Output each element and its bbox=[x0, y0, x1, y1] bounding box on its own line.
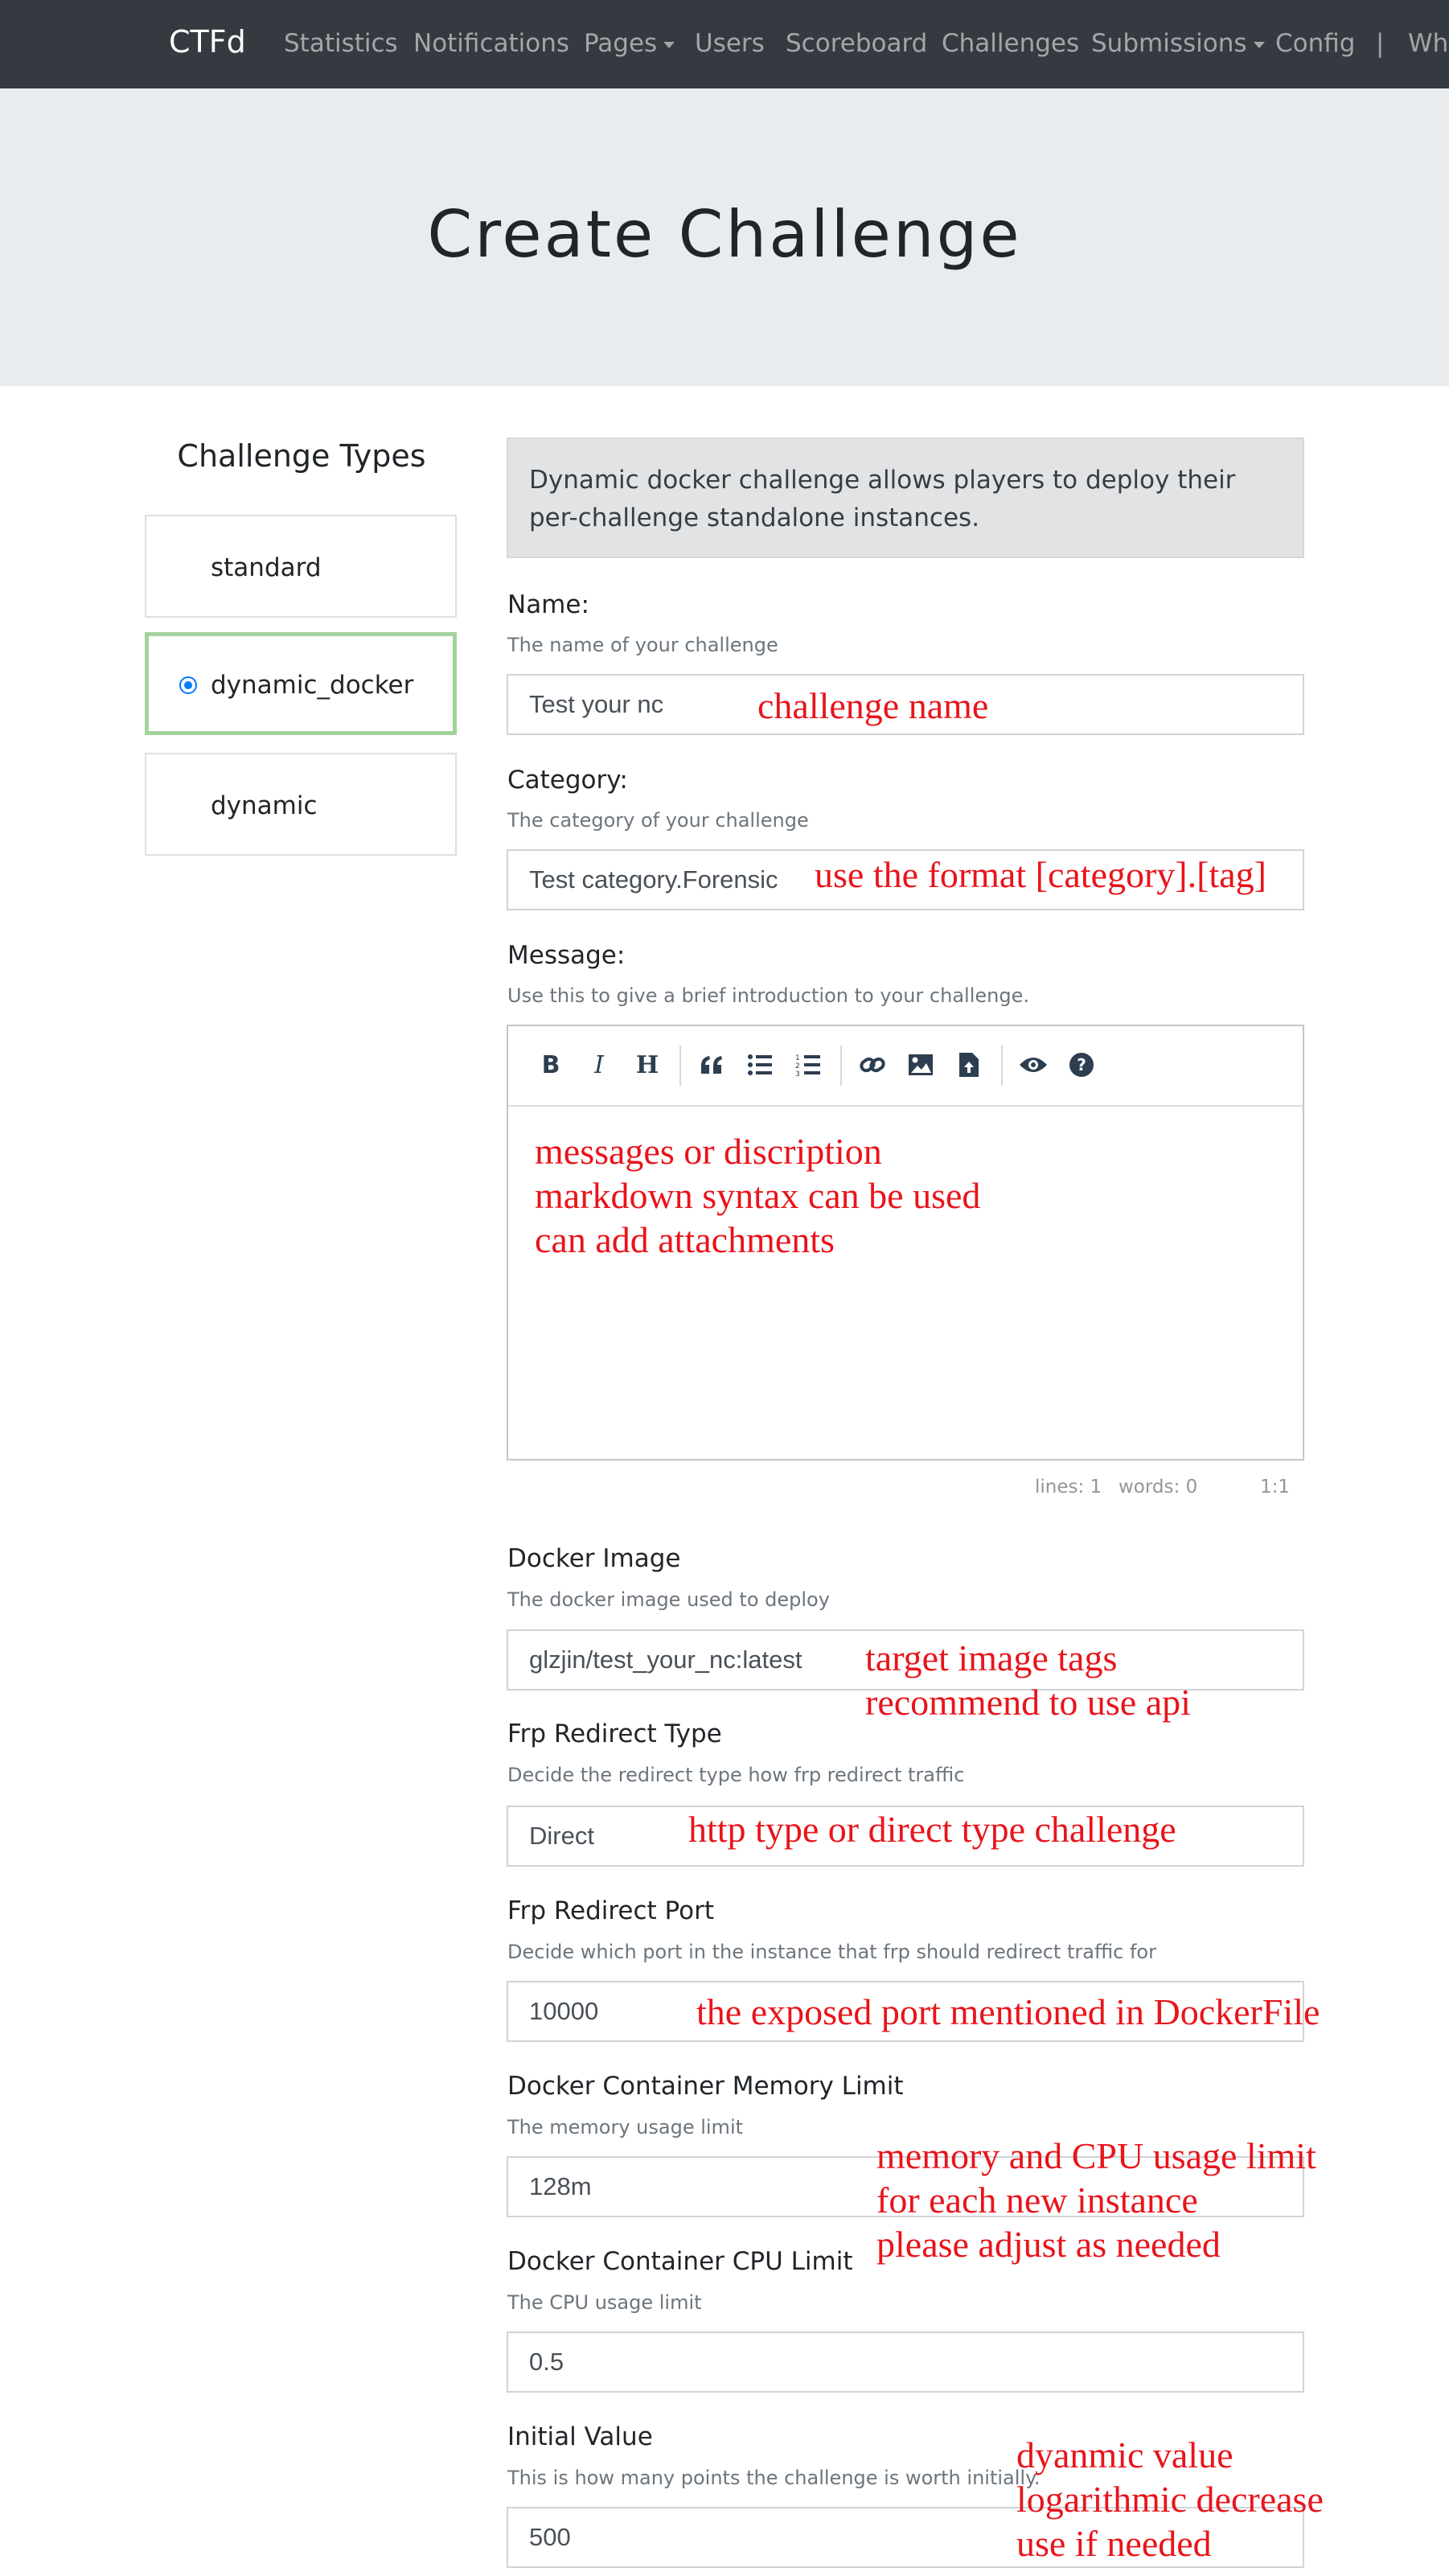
help-icon[interactable]: ? bbox=[1065, 1049, 1098, 1081]
annotation-line: please adjust as needed bbox=[876, 2224, 1221, 2265]
nav-config[interactable]: Config bbox=[1275, 29, 1355, 58]
nav-users[interactable]: Users bbox=[695, 29, 765, 58]
frp-type-label: Frp Redirect Type bbox=[507, 1719, 722, 1748]
annotation-category: use the format [category].[tag] bbox=[815, 854, 1266, 895]
annotation-name: challenge name bbox=[757, 685, 989, 726]
annotation-message: messages or discription markdown syntax … bbox=[535, 1129, 980, 1262]
toolbar-separator bbox=[679, 1046, 681, 1086]
docker-image-label: Docker Image bbox=[507, 1544, 681, 1573]
svg-text:?: ? bbox=[1077, 1055, 1086, 1074]
annotation-line: recommend to use api bbox=[865, 1682, 1191, 1723]
annotation-line: for each new instance bbox=[876, 2180, 1198, 2221]
annotation-line: messages or discription bbox=[535, 1131, 882, 1172]
frp-port-help: Decide which port in the instance that f… bbox=[507, 1941, 1156, 1963]
cpu-limit-label: Docker Container CPU Limit bbox=[507, 2247, 853, 2276]
nav-challenges[interactable]: Challenges bbox=[942, 29, 1079, 58]
cpu-limit-input[interactable]: 0.5 bbox=[507, 2332, 1304, 2393]
editor-lines-count: lines: 1 bbox=[1035, 1477, 1102, 1498]
message-editor[interactable]: B I H 123 ? messages or discription mark… bbox=[507, 1025, 1304, 1461]
editor-words-count: words: 0 bbox=[1119, 1477, 1198, 1498]
initial-value-label: Initial Value bbox=[507, 2422, 653, 2451]
initial-value-help: This is how many points the challenge is… bbox=[507, 2467, 1041, 2489]
memory-limit-help: The memory usage limit bbox=[507, 2116, 744, 2138]
svg-text:3: 3 bbox=[795, 1070, 800, 1077]
heading-icon[interactable]: H bbox=[631, 1049, 663, 1081]
bold-icon[interactable]: B bbox=[535, 1049, 567, 1081]
toolbar-separator bbox=[840, 1046, 842, 1086]
challenge-type-label: dynamic_docker bbox=[211, 671, 414, 700]
category-help: The category of your challenge bbox=[507, 809, 809, 832]
annotation-frp-type: http type or direct type challenge bbox=[688, 1809, 1176, 1850]
nav-pages[interactable]: Pages bbox=[584, 29, 675, 58]
jumbotron: Create Challenge bbox=[0, 88, 1449, 386]
unordered-list-icon[interactable] bbox=[744, 1049, 776, 1081]
annotation-docker-image: target image tags recommend to use api bbox=[865, 1636, 1191, 1724]
preview-icon[interactable] bbox=[1017, 1049, 1049, 1081]
image-icon[interactable] bbox=[905, 1049, 937, 1081]
caret-down-icon bbox=[1253, 41, 1265, 48]
svg-text:2: 2 bbox=[795, 1062, 800, 1070]
category-label: Category: bbox=[507, 766, 628, 795]
annotation-line: memory and CPU usage limit bbox=[876, 2135, 1316, 2176]
annotation-initial-value: dyanmic value logarithmic decrease use i… bbox=[1016, 2433, 1324, 2566]
challenge-type-dynamic-docker[interactable]: dynamic_docker bbox=[145, 632, 457, 735]
nav-submissions-label: Submissions bbox=[1091, 29, 1247, 58]
challenge-type-label: standard bbox=[211, 553, 322, 582]
challenge-type-standard[interactable]: standard bbox=[145, 515, 457, 618]
annotation-line: markdown syntax can be used bbox=[535, 1175, 981, 1216]
annotation-frp-port: the exposed port mentioned in DockerFile bbox=[696, 1991, 1320, 2032]
annotation-line: can add attachments bbox=[535, 1219, 835, 1260]
docker-image-help: The docker image used to deploy bbox=[507, 1588, 830, 1611]
nav-scoreboard[interactable]: Scoreboard bbox=[786, 29, 927, 58]
svg-text:1: 1 bbox=[795, 1054, 800, 1062]
upload-file-icon[interactable] bbox=[953, 1049, 985, 1081]
nav-whale[interactable]: Wh bbox=[1408, 29, 1448, 58]
nav-divider: | bbox=[1376, 29, 1385, 58]
editor-cursor-position: 1:1 bbox=[1260, 1477, 1291, 1498]
annotation-line: target image tags bbox=[865, 1637, 1118, 1678]
annotation-limits: memory and CPU usage limit for each new … bbox=[876, 2134, 1316, 2266]
challenge-type-description: Dynamic docker challenge allows players … bbox=[507, 438, 1304, 558]
challenge-type-dynamic[interactable]: dynamic bbox=[145, 753, 457, 856]
frp-type-help: Decide the redirect type how frp redirec… bbox=[507, 1764, 965, 1786]
ordered-list-icon[interactable]: 123 bbox=[792, 1049, 824, 1081]
annotation-line: use if needed bbox=[1016, 2523, 1212, 2564]
nav-submissions[interactable]: Submissions bbox=[1091, 29, 1265, 58]
link-icon[interactable] bbox=[856, 1049, 889, 1081]
navbar: CTFd Statistics Notifications Pages User… bbox=[0, 0, 1449, 88]
quote-icon[interactable] bbox=[696, 1049, 728, 1081]
message-help: Use this to give a brief introduction to… bbox=[507, 984, 1029, 1007]
nav-notifications[interactable]: Notifications bbox=[413, 29, 569, 58]
challenge-types-title: Challenge Types bbox=[177, 438, 426, 474]
annotation-line: logarithmic decrease bbox=[1016, 2479, 1324, 2520]
nav-pages-label: Pages bbox=[584, 29, 658, 58]
message-label: Message: bbox=[507, 941, 626, 970]
toolbar-separator bbox=[1001, 1046, 1003, 1086]
page-title: Create Challenge bbox=[427, 197, 1022, 272]
frp-port-label: Frp Redirect Port bbox=[507, 1896, 715, 1925]
name-help: The name of your challenge bbox=[507, 634, 778, 656]
editor-toolbar: B I H 123 ? bbox=[508, 1026, 1303, 1107]
challenge-type-label: dynamic bbox=[211, 791, 318, 820]
caret-down-icon bbox=[663, 41, 675, 48]
memory-limit-label: Docker Container Memory Limit bbox=[507, 2072, 904, 2101]
cpu-limit-help: The CPU usage limit bbox=[507, 2291, 702, 2314]
italic-icon[interactable]: I bbox=[583, 1049, 615, 1081]
annotation-line: dyanmic value bbox=[1016, 2434, 1233, 2475]
brand-logo[interactable]: CTFd bbox=[169, 24, 246, 60]
name-label: Name: bbox=[507, 590, 589, 619]
nav-statistics[interactable]: Statistics bbox=[284, 29, 398, 58]
radio-selected-icon[interactable] bbox=[179, 676, 197, 694]
